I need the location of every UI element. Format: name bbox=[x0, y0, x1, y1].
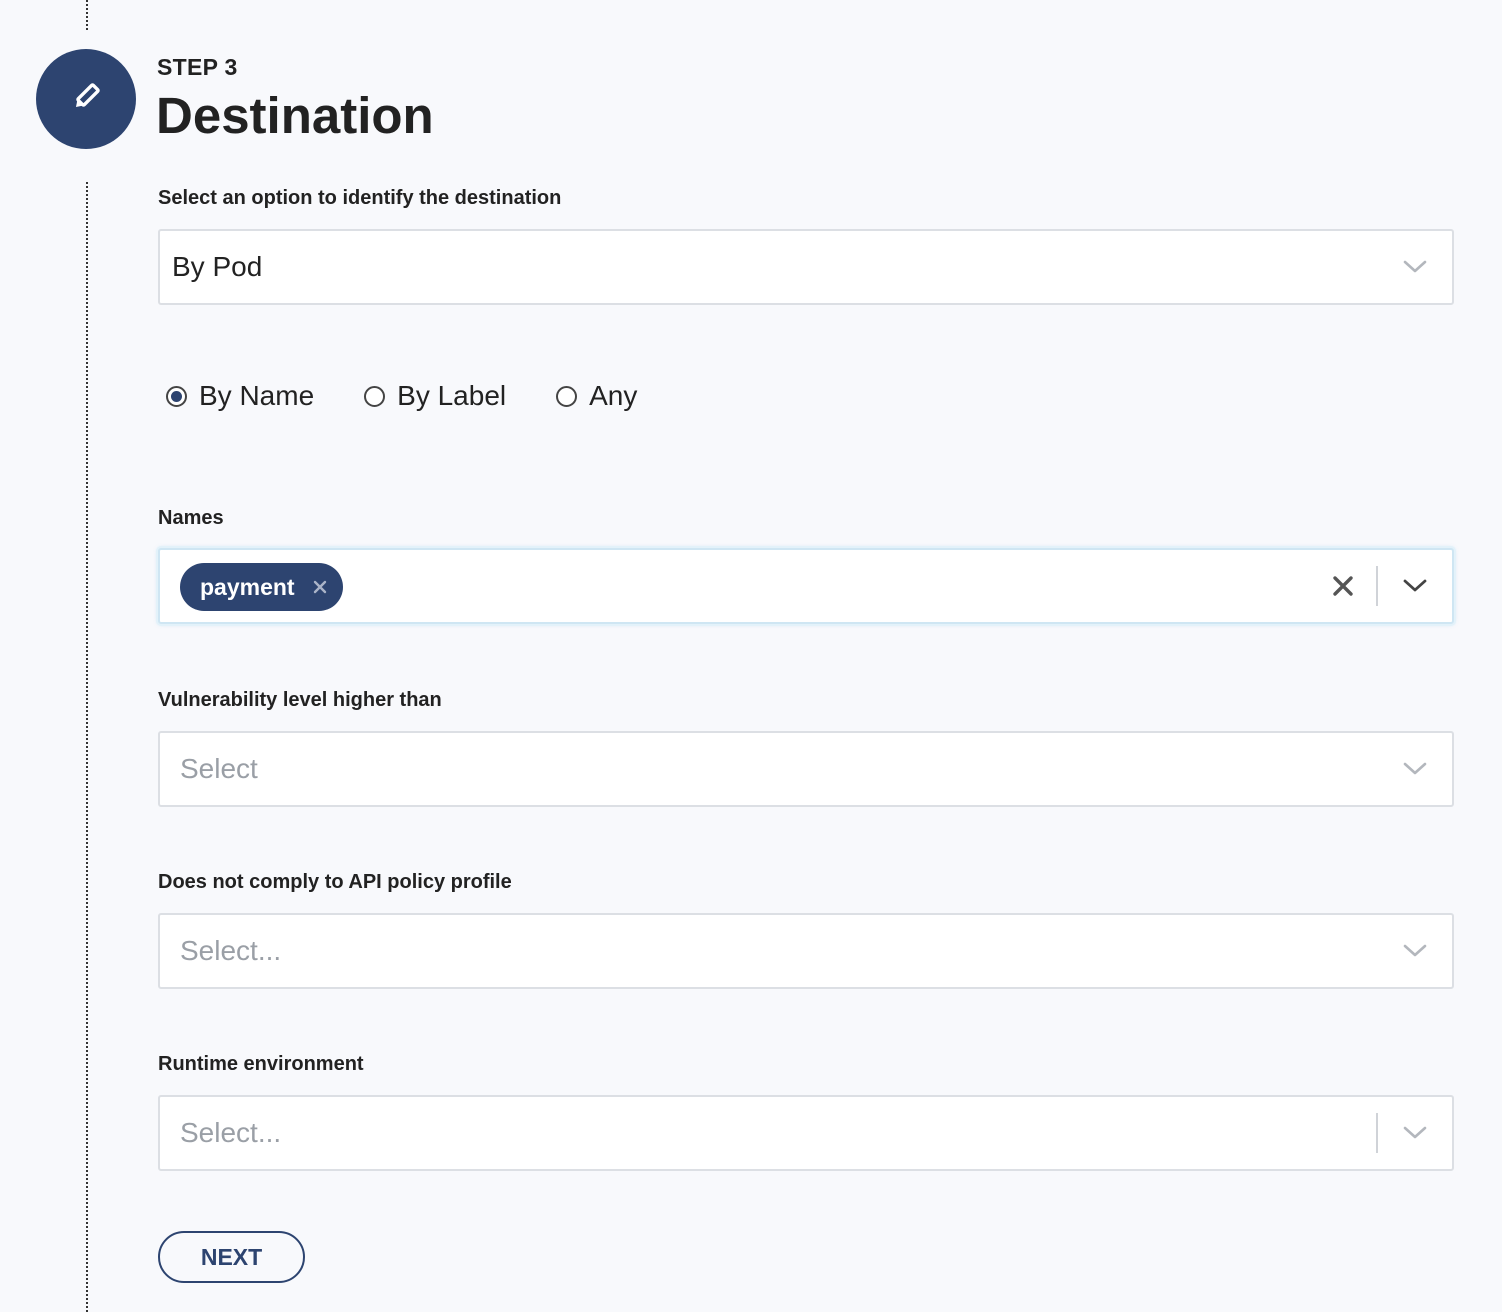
destination-step-page: STEP 3 Destination Select an option to i… bbox=[0, 0, 1502, 1312]
runtime-env-label: Runtime environment bbox=[158, 1053, 364, 1075]
select-separator bbox=[1376, 1113, 1378, 1153]
pencil-icon bbox=[69, 80, 103, 119]
clear-icon[interactable] bbox=[1330, 573, 1356, 599]
radio-by-name-label: By Name bbox=[199, 380, 315, 411]
chip-remove-icon[interactable] bbox=[313, 580, 327, 594]
chevron-down-icon[interactable] bbox=[1400, 1118, 1430, 1148]
names-label: Names bbox=[158, 507, 224, 529]
api-policy-placeholder: Select... bbox=[180, 935, 282, 966]
identify-destination-value: By Pod bbox=[172, 251, 263, 282]
api-policy-label: Does not comply to API policy profile bbox=[158, 871, 512, 893]
step-indicator bbox=[36, 49, 136, 149]
radio-by-label[interactable]: By Label bbox=[364, 380, 506, 412]
chevron-down-icon[interactable] bbox=[1400, 936, 1430, 966]
chevron-down-icon[interactable] bbox=[1400, 571, 1430, 601]
stepper-line-top bbox=[86, 0, 88, 30]
radio-any[interactable]: Any bbox=[556, 380, 637, 412]
step-number: STEP 3 bbox=[157, 54, 238, 80]
radio-any-label: Any bbox=[589, 380, 638, 411]
chevron-down-icon[interactable] bbox=[1400, 754, 1430, 784]
radio-by-name[interactable]: By Name bbox=[166, 380, 314, 412]
identify-destination-label: Select an option to identify the destina… bbox=[158, 187, 562, 209]
radio-button[interactable] bbox=[556, 385, 578, 407]
next-button[interactable]: NEXT bbox=[158, 1231, 305, 1283]
page-title: Destination bbox=[156, 87, 434, 144]
api-policy-select[interactable]: Select... bbox=[158, 913, 1454, 989]
select-separator bbox=[1376, 566, 1378, 606]
radio-button[interactable] bbox=[364, 385, 386, 407]
identify-by-radio-group: By Name By Label Any bbox=[166, 378, 687, 414]
vulnerability-label: Vulnerability level higher than bbox=[158, 689, 442, 711]
vulnerability-placeholder: Select bbox=[180, 753, 258, 784]
radio-button-checked[interactable] bbox=[166, 385, 187, 407]
runtime-env-placeholder: Select... bbox=[180, 1117, 282, 1148]
radio-by-label-label: By Label bbox=[397, 380, 507, 411]
chevron-down-icon[interactable] bbox=[1400, 252, 1430, 282]
name-chip-label: payment bbox=[200, 573, 295, 600]
identify-destination-select[interactable]: By Pod bbox=[158, 229, 1454, 305]
names-multiselect[interactable]: payment bbox=[158, 548, 1454, 624]
runtime-env-select[interactable]: Select... bbox=[158, 1095, 1454, 1171]
stepper-line-bottom bbox=[86, 182, 88, 1312]
vulnerability-select[interactable]: Select bbox=[158, 731, 1454, 807]
name-chip: payment bbox=[180, 563, 343, 611]
